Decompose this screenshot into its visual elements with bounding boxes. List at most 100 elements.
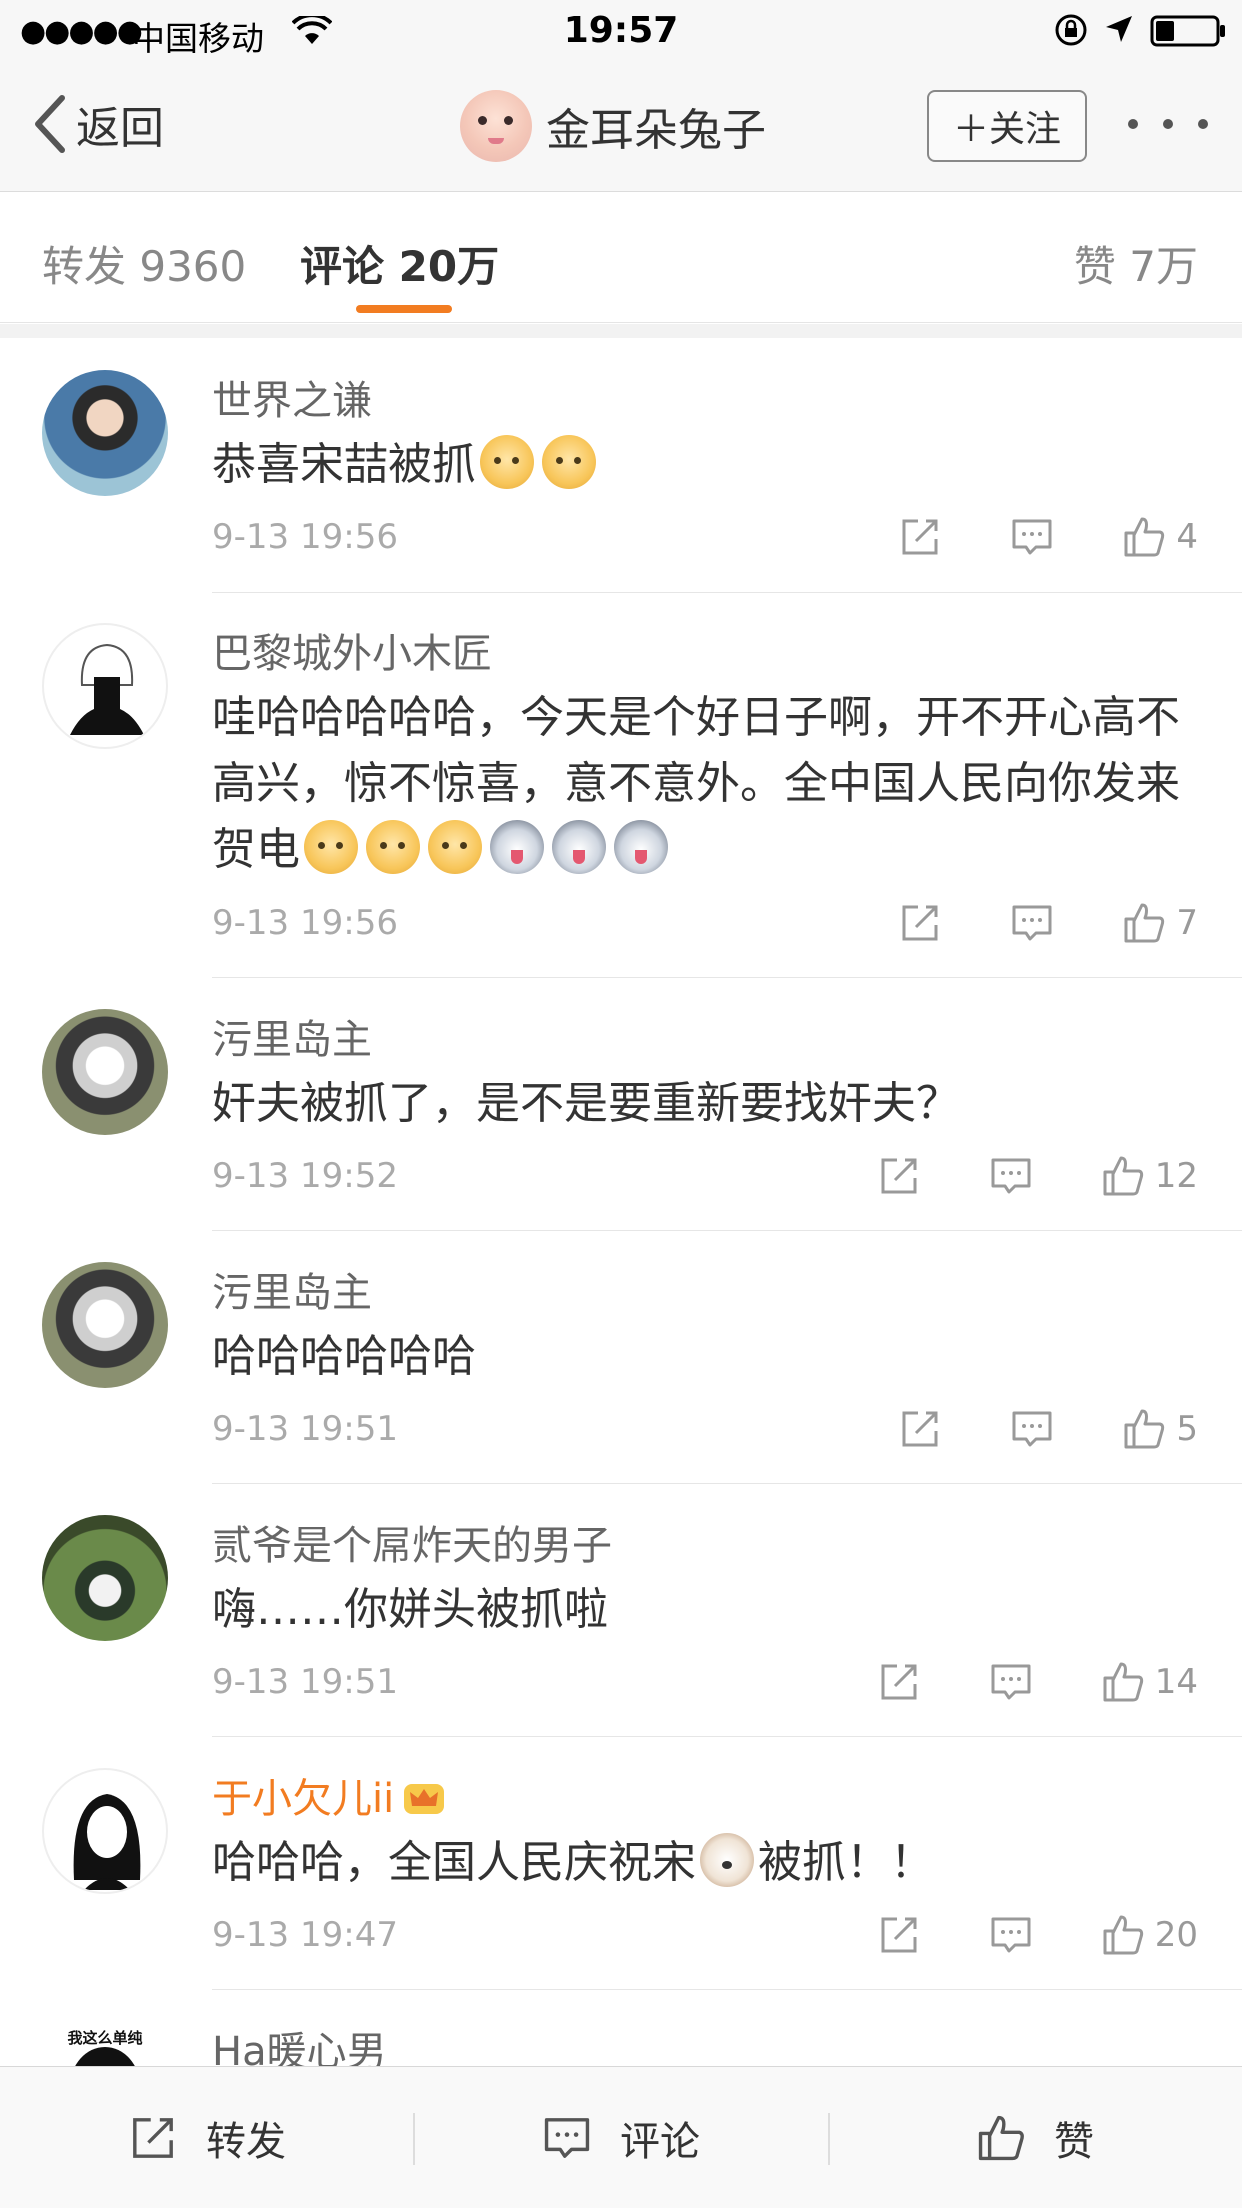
tab-bar: 转发 9360 评论 20万 赞 7万 xyxy=(0,193,1242,323)
comment-item: 污里岛主 哈哈哈哈哈哈 9-13 19:51 5 xyxy=(0,1232,1242,1485)
thumbs-up-icon xyxy=(1124,903,1165,943)
orientation-lock-icon xyxy=(1055,14,1087,46)
share-icon[interactable] xyxy=(898,1407,942,1451)
avatar[interactable] xyxy=(42,1262,168,1388)
comment-author[interactable]: 贰爷是个屌炸天的男子 xyxy=(212,1513,612,1571)
vip-crown-icon xyxy=(404,1784,445,1814)
avatar[interactable] xyxy=(42,370,168,496)
comment-bubble-icon[interactable] xyxy=(1010,1407,1054,1451)
like-button[interactable]: 4 xyxy=(1122,515,1198,559)
share-icon[interactable] xyxy=(877,1154,921,1198)
comment-author[interactable]: 污里岛主 xyxy=(212,1260,372,1318)
thumbs-up-icon xyxy=(1124,517,1165,557)
section-gap xyxy=(0,324,1242,338)
comment-author[interactable]: Ha暖心男 xyxy=(212,2019,387,2066)
divider xyxy=(212,1989,1242,1990)
back-button[interactable]: 返回 xyxy=(30,92,164,156)
comment-bubble-icon[interactable] xyxy=(989,1154,1033,1198)
avatar[interactable] xyxy=(460,90,532,162)
comment-item: 贰爷是个屌炸天的男子 嗨……你姘头被抓啦 9-13 19:51 14 xyxy=(0,1485,1242,1738)
avatar-illustration xyxy=(73,1794,141,1890)
comment-text: 哈哈哈，全国人民庆祝宋 被抓！！ xyxy=(212,1830,1212,1896)
nav-bar: 返回 金耳朵兔子 ＋关注 xyxy=(0,60,1242,192)
thumbs-up-icon xyxy=(1103,1915,1143,1955)
share-icon xyxy=(133,2118,173,2158)
avatar[interactable] xyxy=(42,1768,168,1894)
comment-bubble-icon[interactable] xyxy=(989,1660,1033,1704)
comment-item: 我这么单纯 Ha暖心男 xyxy=(0,1991,1242,2066)
bottom-toolbar: 转发 评论 赞 xyxy=(0,2066,1242,2208)
like-label: 赞 xyxy=(1054,2119,1094,2165)
avatar[interactable] xyxy=(42,623,168,749)
tab-comment[interactable]: 评论 20万 xyxy=(300,233,499,294)
comment-bubble-icon xyxy=(544,2118,590,2158)
share-icon[interactable] xyxy=(898,515,942,559)
tab-repost[interactable]: 转发 9360 xyxy=(42,233,246,294)
avatar[interactable] xyxy=(42,1009,168,1135)
comment-item: 巴黎城外小木匠 哇哈哈哈哈哈，今天是个好日子啊，开不开心高不高兴，惊不惊喜，意不… xyxy=(0,593,1242,979)
divider xyxy=(212,1483,1242,1484)
more-dots-icon[interactable] xyxy=(1128,104,1208,144)
comment-time: 9-13 19:47 xyxy=(212,1915,398,1955)
comment-author[interactable]: 巴黎城外小木匠 xyxy=(212,621,492,679)
thumbs-up-icon xyxy=(1103,1156,1143,1196)
comment-author[interactable]: 于小欠儿ii xyxy=(212,1766,446,1824)
divider xyxy=(413,2113,415,2165)
doge-emoji-icon xyxy=(304,820,358,874)
comment-bubble-icon[interactable] xyxy=(989,1913,1033,1957)
doge-emoji-icon xyxy=(542,435,596,489)
like-button[interactable]: 赞 xyxy=(976,2067,1094,2208)
husky-emoji-icon xyxy=(552,820,606,874)
avatar-illustration xyxy=(70,643,144,735)
comment-text: 恭喜宋喆被抓 xyxy=(212,432,1212,498)
comment-actions: 12 xyxy=(809,1151,1198,1201)
comment-actions: 5 xyxy=(830,1404,1198,1454)
active-tab-indicator xyxy=(356,305,452,313)
thumbs-up-icon xyxy=(1103,1662,1143,1702)
comment-author[interactable]: 污里岛主 xyxy=(212,1007,372,1065)
like-button[interactable]: 12 xyxy=(1101,1154,1198,1198)
avatar-caption: 我这么单纯 xyxy=(67,2029,143,2047)
divider xyxy=(212,1736,1242,1737)
comment-item: 于小欠儿ii 哈哈哈，全国人民庆祝宋 被抓！！ 9-13 19:47 20 xyxy=(0,1738,1242,1991)
chevron-left-icon xyxy=(35,95,65,153)
husky-emoji-icon xyxy=(490,820,544,874)
like-button[interactable]: 14 xyxy=(1101,1660,1198,1704)
divider xyxy=(212,1230,1242,1231)
tab-like[interactable]: 赞 7万 xyxy=(1074,233,1198,294)
page-title: 金耳朵兔子 xyxy=(546,105,766,156)
repost-button[interactable]: 转发 xyxy=(128,2067,286,2208)
like-button[interactable]: 7 xyxy=(1122,901,1198,945)
like-count: 4 xyxy=(1176,517,1198,557)
dog-emoji-icon xyxy=(700,1833,754,1887)
share-icon[interactable] xyxy=(877,1660,921,1704)
comment-bubble-icon[interactable] xyxy=(1010,515,1054,559)
battery-icon xyxy=(1150,15,1225,47)
comment-bubble-icon[interactable] xyxy=(1010,901,1054,945)
share-icon[interactable] xyxy=(898,901,942,945)
avatar[interactable] xyxy=(42,1515,168,1641)
doge-emoji-icon xyxy=(366,820,420,874)
avatar[interactable]: 我这么单纯 xyxy=(42,2021,168,2066)
comment-text: 嗨……你姘头被抓啦 xyxy=(212,1584,608,1635)
like-button[interactable]: 5 xyxy=(1122,1407,1198,1451)
comment-time: 9-13 19:56 xyxy=(212,903,398,943)
like-count: 14 xyxy=(1154,1662,1198,1702)
comment-item: 世界之谦 恭喜宋喆被抓 9-13 19:56 4 xyxy=(0,340,1242,593)
repost-label: 转发 xyxy=(206,2119,286,2165)
like-count: 7 xyxy=(1176,903,1198,943)
profile-header[interactable]: 金耳朵兔子 xyxy=(460,88,766,164)
comment-item: 污里岛主 奸夫被抓了，是不是要重新要找奸夫？ 9-13 19:52 12 xyxy=(0,979,1242,1232)
like-button[interactable]: 20 xyxy=(1101,1913,1198,1957)
comment-button[interactable]: 评论 xyxy=(542,2067,700,2208)
comment-time: 9-13 19:51 xyxy=(212,1662,398,1702)
follow-button[interactable]: ＋关注 xyxy=(927,90,1087,162)
like-count: 20 xyxy=(1154,1915,1198,1955)
comment-actions: 7 xyxy=(830,898,1198,948)
comment-actions: 20 xyxy=(809,1910,1198,1960)
comment-author[interactable]: 世界之谦 xyxy=(212,368,372,426)
comment-time: 9-13 19:51 xyxy=(212,1409,398,1449)
location-arrow-icon xyxy=(1106,16,1132,42)
status-bar: ●●●●● 中国移动 19:57 xyxy=(0,0,1242,60)
share-icon[interactable] xyxy=(877,1913,921,1957)
